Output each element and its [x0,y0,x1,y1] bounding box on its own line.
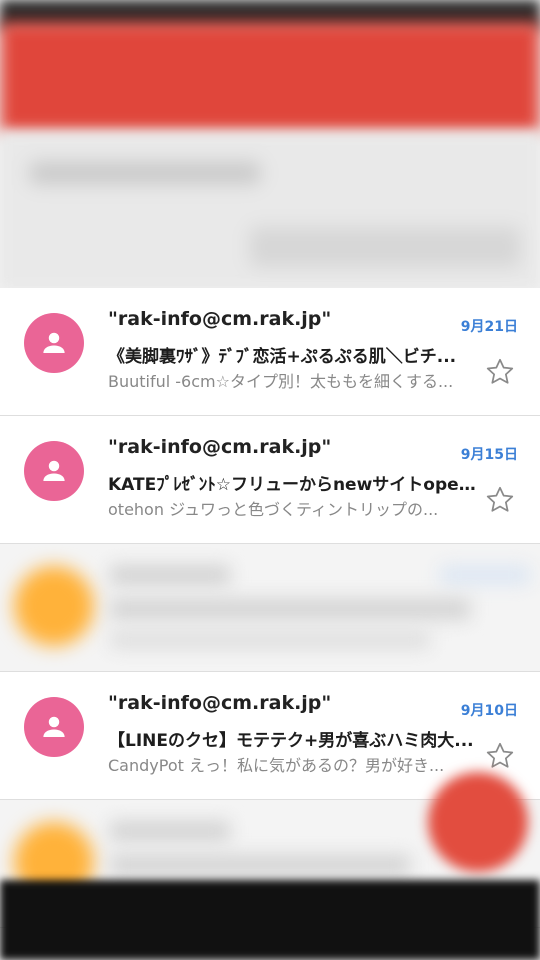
email-snippet: otehon ジュワっと色づくティントリップの... [108,500,439,519]
email-sender: "rak-info@cm.rak.jp" [108,308,332,330]
email-subject: 【LINEのクセ】モテテク+男が喜ぶハミ肉大... [108,731,474,751]
star-outline-icon[interactable] [484,740,516,772]
compose-fab[interactable] [428,772,528,872]
email-date: 9月21日 [460,319,518,335]
app-toolbar [0,22,540,132]
person-icon [43,460,65,481]
email-row[interactable]: "rak-info@cm.rak.jp" 9月15日 KATEﾌﾟﾚｾﾞﾝﾄ☆フ… [0,416,540,544]
sender-avatar [24,441,84,501]
blurred-email-row [0,544,540,672]
person-icon [43,716,65,737]
person-icon [43,332,65,353]
email-sender: "rak-info@cm.rak.jp" [108,692,332,714]
email-subject: KATEﾌﾟﾚｾﾞﾝﾄ☆フリューからnewサイトope... [108,475,478,495]
sender-avatar [24,697,84,757]
email-subject: 《美脚裏ﾜｻﾞ》ﾃﾞﾌﾞ恋活+ぷるぷる肌＼ビチ... [108,347,457,367]
blurred-header-area [0,132,540,290]
star-outline-icon[interactable] [484,356,516,388]
email-date: 9月15日 [460,447,518,463]
email-sender: "rak-info@cm.rak.jp" [108,436,332,458]
email-date: 9月10日 [460,703,518,719]
email-snippet: CandyPot えっ！私に気があるの？男が好き... [108,756,445,775]
email-row[interactable]: "rak-info@cm.rak.jp" 9月21日 《美脚裏ﾜｻﾞ》ﾃﾞﾌﾞ恋… [0,288,540,416]
star-outline-icon[interactable] [484,484,516,516]
navigation-bar [0,880,540,960]
email-snippet: Buutiful -6cm☆タイプ別！太ももを細くする... [108,372,454,391]
sender-avatar [24,313,84,373]
